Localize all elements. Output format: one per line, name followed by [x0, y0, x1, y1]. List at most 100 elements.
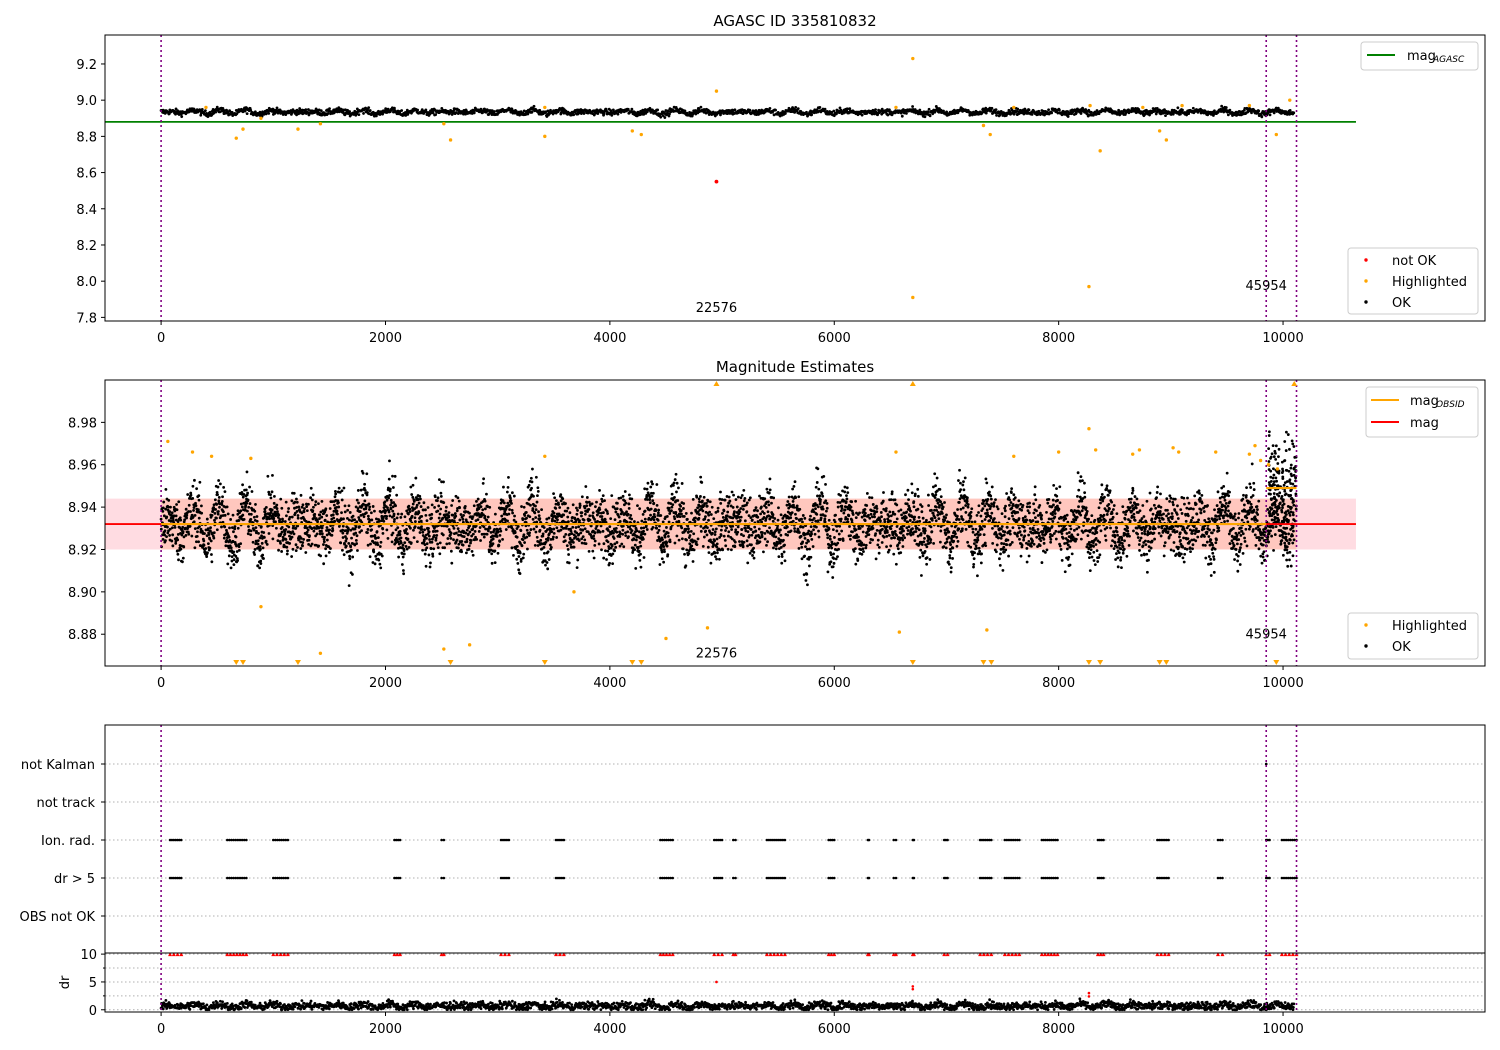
ok-point	[518, 551, 522, 555]
ok-point	[680, 482, 684, 485]
ok-point	[659, 514, 663, 517]
ok-point	[471, 527, 475, 531]
ok-point	[365, 472, 369, 476]
ok-point	[600, 548, 603, 552]
ok-point	[568, 511, 572, 515]
ok-point	[436, 546, 440, 550]
ok-point	[620, 542, 624, 546]
ok-point	[658, 563, 662, 566]
legend-point-swatch	[1364, 258, 1368, 262]
ok-point	[565, 509, 569, 513]
ok-point	[683, 109, 687, 113]
ok-point	[507, 503, 511, 507]
ok-point	[694, 540, 698, 544]
ok-point	[544, 563, 547, 567]
ok-point	[715, 542, 719, 546]
ok-point	[185, 513, 189, 517]
ok-point	[606, 540, 610, 544]
highlighted-point	[630, 129, 635, 133]
ok-point	[713, 551, 717, 555]
ok-point	[723, 538, 727, 542]
ok-point	[388, 487, 392, 491]
axes-frame	[104, 34, 1486, 322]
ok-point	[591, 511, 595, 515]
ok-point	[280, 550, 284, 553]
ok-point	[666, 531, 670, 535]
ok-point	[397, 555, 401, 559]
ok-point	[482, 535, 486, 539]
ok-point	[284, 500, 288, 504]
ok-point	[180, 115, 184, 119]
ok-point	[584, 485, 588, 488]
ok-point	[323, 518, 327, 522]
ok-point	[783, 112, 787, 115]
ok-point	[493, 512, 497, 516]
ok-point	[722, 509, 726, 513]
ok-point	[558, 506, 562, 509]
ok-point	[343, 504, 347, 508]
ok-point	[482, 525, 486, 529]
ok-point	[360, 529, 363, 532]
ok-point	[1272, 111, 1276, 115]
ok-point	[521, 518, 525, 521]
ok-point	[200, 504, 203, 508]
highlighted-point	[911, 295, 915, 300]
ok-point	[437, 516, 441, 520]
ok-point	[718, 557, 721, 561]
ok-point	[409, 485, 413, 489]
ok-point	[602, 556, 606, 560]
ok-point	[261, 546, 265, 550]
ok-point	[711, 531, 714, 535]
highlighted-point	[1088, 103, 1092, 108]
ok-point	[222, 510, 225, 514]
ok-point	[742, 540, 746, 544]
ok-point	[263, 509, 267, 513]
highlighted-point	[1141, 105, 1145, 110]
ok-point	[860, 113, 864, 117]
ok-point	[583, 527, 587, 531]
ok-point	[502, 501, 506, 505]
ok-point	[245, 470, 249, 474]
ok-point	[730, 490, 734, 494]
ok-point	[536, 494, 539, 498]
ok-point	[330, 533, 334, 537]
ok-point	[726, 510, 730, 514]
ok-point	[437, 478, 441, 482]
ok-point	[304, 551, 308, 554]
ok-point	[285, 552, 289, 556]
ok-point	[796, 107, 800, 111]
ok-point	[475, 537, 479, 541]
ok-point	[630, 107, 634, 111]
ok-point	[643, 509, 647, 513]
ok-point	[171, 533, 175, 537]
ok-point	[376, 536, 380, 540]
ok-point	[476, 518, 480, 522]
ok-point	[745, 510, 749, 513]
ok-point	[648, 498, 652, 502]
ok-point	[250, 490, 254, 493]
ok-point	[425, 546, 429, 550]
ok-point	[531, 507, 535, 510]
ok-point	[213, 518, 216, 522]
highlighted-point	[318, 121, 323, 126]
ok-point	[563, 539, 567, 543]
ok-point	[176, 552, 180, 556]
ok-point	[223, 525, 227, 529]
ok-point	[322, 543, 325, 546]
ok-point	[637, 549, 641, 553]
ok-point	[453, 512, 457, 515]
ok-point	[357, 113, 361, 116]
ok-point	[229, 566, 233, 570]
ok-point	[708, 500, 712, 504]
ok-point	[342, 486, 346, 490]
ok-point	[553, 496, 557, 500]
ok-point	[672, 483, 675, 487]
ok-point	[202, 539, 206, 543]
ok-point	[848, 107, 852, 111]
ok-point	[410, 493, 414, 496]
ok-point	[721, 548, 725, 552]
ok-point	[529, 528, 533, 531]
ok-point	[593, 539, 597, 543]
ok-point	[517, 555, 521, 558]
ok-point	[720, 498, 724, 501]
